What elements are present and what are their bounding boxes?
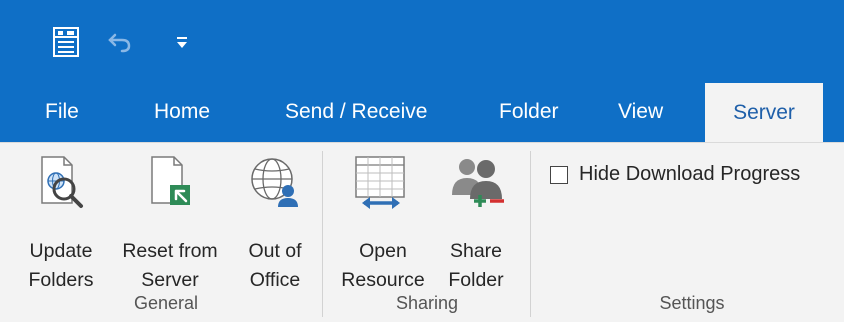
- share-folder-label: Share Folder: [448, 240, 504, 291]
- group-label-settings: Settings: [659, 293, 725, 313]
- reset-from-server-icon: [146, 155, 196, 213]
- customize-qat-icon[interactable]: [164, 24, 200, 60]
- open-resource-button[interactable]: Open Resource: [332, 155, 434, 295]
- tab-folder[interactable]: Folder: [499, 82, 579, 142]
- ribbon: Update Folders Reset from Server Out of: [0, 142, 844, 322]
- out-of-office-button[interactable]: Out of Office: [234, 155, 316, 295]
- update-folders-button[interactable]: Update Folders: [16, 155, 106, 295]
- reset-from-server-button[interactable]: Reset from Server: [108, 155, 232, 295]
- tab-file[interactable]: File: [45, 82, 105, 142]
- tab-view[interactable]: View: [618, 82, 678, 142]
- hide-download-progress-label: Hide Download Progress: [579, 163, 801, 185]
- open-resource-label: Open Resource: [341, 240, 425, 291]
- tab-server[interactable]: Server: [705, 83, 823, 142]
- reset-from-server-label: Reset from Server: [122, 240, 218, 291]
- quick-access-toolbar: [0, 0, 844, 82]
- group-separator: [322, 151, 323, 317]
- group-separator: [530, 151, 531, 317]
- tab-home[interactable]: Home: [154, 82, 244, 142]
- undo-icon[interactable]: [102, 24, 138, 60]
- send-receive-all-icon[interactable]: [48, 24, 84, 60]
- update-folders-label: Update Folders: [28, 240, 94, 291]
- group-label-sharing: Sharing: [395, 293, 459, 313]
- share-folder-icon: [448, 155, 506, 215]
- group-label-general: General: [133, 293, 199, 313]
- checkbox-box[interactable]: [550, 165, 568, 184]
- share-folder-button[interactable]: Share Folder: [436, 155, 516, 295]
- hide-download-progress-checkbox[interactable]: Hide Download Progress: [550, 163, 800, 186]
- update-folders-icon: [36, 155, 86, 213]
- tab-send-receive[interactable]: Send / Receive: [285, 82, 455, 142]
- ribbon-tab-bar: File Home Send / Receive Folder View Ser…: [0, 82, 844, 142]
- out-of-office-label: Out of Office: [248, 240, 302, 291]
- open-resource-icon: [352, 155, 410, 215]
- out-of-office-icon: [248, 155, 302, 213]
